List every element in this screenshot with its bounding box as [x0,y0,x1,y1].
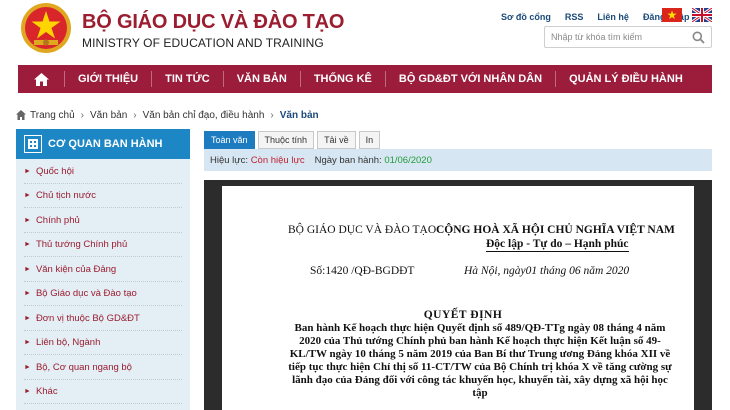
sidebar-item-label: Thủ tướng Chính phủ [35,239,128,251]
sidebar-item-other[interactable]: ► Khác [16,380,190,405]
document-number: Số:1420 /QĐ-BGDĐT [310,265,415,277]
home-button[interactable] [18,65,64,93]
tab-full-text[interactable]: Toàn văn [204,131,255,149]
sidebar-item-label: Chủ tịch nước [35,190,97,202]
nav-item-administration[interactable]: QUẢN LÝ ĐIỀU HÀNH [556,65,696,93]
nav-item-documents[interactable]: VĂN BẢN [224,65,300,93]
vietnam-flag-icon[interactable]: ★ [662,8,682,22]
effect-label: Hiệu lực: [210,154,249,166]
bullet-icon: ► [24,314,31,322]
search-input[interactable] [545,27,685,47]
issue-date-label: Ngày ban hành: [314,154,382,166]
breadcrumb-home[interactable]: Trang chủ [30,110,75,121]
home-icon [16,110,26,120]
chevron-right-icon: › [133,109,137,121]
sidebar-item-label: Quốc hội [35,165,74,177]
national-emblem-icon[interactable] [20,2,72,54]
search-icon[interactable] [692,31,705,44]
site-title[interactable]: BỘ GIÁO DỤC VÀ ĐÀO TẠO [82,11,344,34]
sidebar-item-label: Chính phủ [35,214,80,226]
sidebar-item-ministry-units[interactable]: ► Đơn vị thuộc Bộ GD&ĐT [16,306,190,331]
rss-link[interactable]: RSS [565,12,584,22]
chevron-right-icon: › [270,109,274,121]
document-type: QUYẾT ĐỊNH [423,309,503,321]
sidebar-item-label: Khác [35,386,58,398]
sidebar-item-label: Liên bộ, Ngành [35,337,101,349]
home-icon [33,72,49,86]
document-page: BỘ GIÁO DỤC VÀ ĐÀO TẠO CỘNG HOÀ XÃ HỘI C… [222,186,694,410]
nav-item-news[interactable]: TIN TỨC [152,65,223,93]
sidebar-item-ministries-agencies[interactable]: ► Bộ, Cơ quan ngang bộ [16,355,190,380]
effect-value: Còn hiệu lực [250,154,305,166]
sidebar-item-label: Văn kiện của Đảng [35,263,117,275]
sidebar-item-inter-ministry[interactable]: ► Liên bộ, Ngành [16,331,190,356]
sitemap-link[interactable]: Sơ đồ cổng [501,12,551,22]
document-nation-heading: CỘNG HOÀ XÃ HỘI CHỦ NGHĨA VIỆT NAM [436,224,675,236]
bullet-icon: ► [24,167,31,175]
uk-flag-icon[interactable] [692,8,712,22]
bullet-icon: ► [24,363,31,371]
nav-item-introduction[interactable]: GIỚI THIỆU [65,65,151,93]
sidebar-title: CƠ QUAN BAN HÀNH [48,138,163,150]
breadcrumb: Trang chủ › Văn bản › Văn bản chỉ đạo, đ… [16,108,319,122]
bullet-icon: ► [24,192,31,200]
nav-item-ministry-and-people[interactable]: BỘ GD&ĐT VỚI NHÂN DÂN [386,65,555,93]
bullet-icon: ► [24,388,31,396]
document-tabs: Toàn văn Thuộc tính Tải về In [204,131,383,149]
building-icon [24,135,42,153]
issue-date-value: 01/06/2020 [384,154,432,166]
sidebar-item-ministry-education[interactable]: ► Bộ Giáo dục và Đào tạo [16,282,190,307]
sidebar-item-label: Đơn vị thuộc Bộ GD&ĐT [35,312,140,324]
contact-link[interactable]: Liên hệ [597,12,629,22]
search-box [544,26,712,48]
bullet-icon: ► [24,241,31,249]
tab-download[interactable]: Tải về [317,131,356,149]
document-viewer[interactable]: BỘ GIÁO DỤC VÀ ĐÀO TẠO CỘNG HOÀ XÃ HỘI C… [204,180,712,410]
sidebar-item-national-assembly[interactable]: ► Quốc hội [16,159,190,184]
bullet-icon: ► [24,339,31,347]
breadcrumb-documents[interactable]: Văn bản [90,110,127,121]
document-date: Hà Nội, ngày01 tháng 06 năm 2020 [464,265,630,277]
bullet-icon: ► [24,265,31,273]
sidebar-item-government[interactable]: ► Chính phủ [16,208,190,233]
document-abstract: Ban hành Kế hoạch thực hiện Quyết định s… [288,322,672,399]
sidebar-item-president[interactable]: ► Chủ tịch nước [16,184,190,209]
tab-print[interactable]: In [358,131,381,149]
sidebar-item-party-documents[interactable]: ► Văn kiện của Đảng [16,257,190,282]
bullet-icon: ► [24,290,31,298]
document-status-bar: Hiệu lực: Còn hiệu lực Ngày ban hành: 01… [204,149,712,171]
tab-properties[interactable]: Thuộc tính [257,131,315,149]
main-nav: GIỚI THIỆU TIN TỨC VĂN BẢN THỐNG KÊ BỘ G… [18,65,712,93]
nav-item-statistics[interactable]: THỐNG KÊ [301,65,385,93]
document-motto: Độc lập - Tự do – Hạnh phúc [486,238,629,252]
sidebar-item-label: Bộ Giáo dục và Đào tạo [35,288,137,300]
bullet-icon: ► [24,216,31,224]
sidebar-item-label: Bộ, Cơ quan ngang bộ [35,361,132,373]
sidebar-header: CƠ QUAN BAN HÀNH [16,129,190,159]
breadcrumb-current[interactable]: Văn bản [280,110,319,121]
sidebar-item-prime-minister[interactable]: ► Thủ tướng Chính phủ [16,233,190,258]
sidebar-list: ► Quốc hội ► Chủ tịch nước ► Chính phủ ► Thủ… [16,159,190,410]
breadcrumb-directive-documents[interactable]: Văn bản chỉ đạo, điều hành [143,110,265,121]
document-issuer: BỘ GIÁO DỤC VÀ ĐÀO TẠO [288,224,437,236]
site-header: BỘ GIÁO DỤC VÀ ĐÀO TẠO MINISTRY OF EDUCA… [0,0,730,64]
site-subtitle: MINISTRY OF EDUCATION AND TRAINING [82,36,324,50]
chevron-right-icon: › [80,109,84,121]
